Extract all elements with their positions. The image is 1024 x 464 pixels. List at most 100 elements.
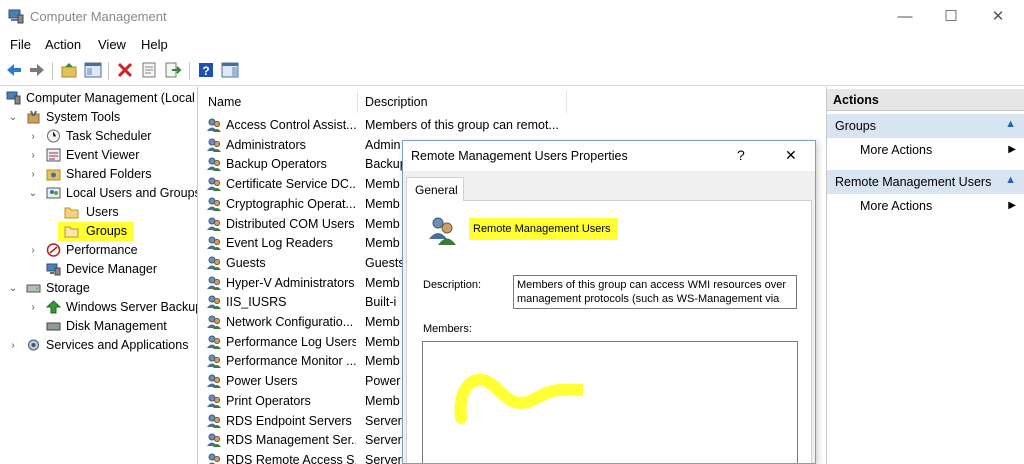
properties-icon[interactable] <box>140 61 158 79</box>
group-icon <box>207 394 221 408</box>
description-field[interactable]: Members of this group can access WMI res… <box>513 275 797 309</box>
group-icon <box>207 138 221 152</box>
back-arrow-icon[interactable] <box>5 61 23 79</box>
chevron-right-icon[interactable]: › <box>28 298 38 317</box>
services-icon <box>28 339 39 351</box>
tree-label: Computer Management (Local <box>26 91 195 105</box>
column-header-name[interactable]: Name <box>208 91 358 113</box>
show-action-pane-icon[interactable] <box>221 61 239 79</box>
dialog-help-button[interactable]: ? <box>737 147 745 163</box>
section-title: Remote Management Users <box>835 175 992 189</box>
chevron-right-icon[interactable]: › <box>28 146 38 165</box>
menu-view[interactable]: View <box>98 37 126 52</box>
group-icon <box>207 236 221 251</box>
group-name: RDS Management Ser... <box>226 433 356 448</box>
tab-general-label: General <box>415 183 458 197</box>
group-name: Distributed COM Users <box>226 216 355 231</box>
tab-panel-general: Remote Management Users Description: Mem… <box>406 200 812 463</box>
close-button[interactable]: ✕ <box>975 5 1021 29</box>
group-icon <box>207 374 221 389</box>
chevron-right-icon[interactable]: › <box>8 336 18 355</box>
chevron-down-icon[interactable]: ⌄ <box>28 184 38 203</box>
event-viewer-icon <box>46 148 61 162</box>
export-list-icon[interactable] <box>164 61 182 79</box>
column-header-description[interactable]: Description <box>365 91 565 113</box>
minimize-button[interactable]: — <box>882 5 928 29</box>
chevron-right-icon[interactable]: › <box>28 127 38 146</box>
dialog-title: Remote Management Users Properties <box>411 149 628 163</box>
more-actions-remote-management-users[interactable]: More Actions ▶ <box>827 196 1024 218</box>
help-icon[interactable]: ? <box>197 61 215 79</box>
maximize-button[interactable]: ☐ <box>928 5 974 29</box>
submenu-arrow-icon: ▶ <box>1008 144 1016 155</box>
chevron-right-icon[interactable]: › <box>28 241 38 260</box>
actions-section-remote-management-users[interactable]: Remote Management Users ▲ <box>827 170 1024 194</box>
tab-general[interactable]: General <box>406 177 464 201</box>
group-icon <box>207 276 221 290</box>
members-list[interactable] <box>422 341 798 463</box>
list-item[interactable]: Access Control Assist... Members of this … <box>202 115 802 135</box>
menu-bar: File Action View Help <box>0 34 1024 56</box>
section-title: Groups <box>835 119 876 133</box>
group-icon <box>207 414 221 428</box>
actions-header: Actions <box>827 89 1024 111</box>
group-description: Members of this group can remot... <box>365 118 559 132</box>
tree-label: Performance <box>66 243 138 257</box>
menu-file[interactable]: File <box>10 37 31 52</box>
tree-label: Windows Server Backup <box>66 300 198 314</box>
tree-label: Storage <box>46 281 90 295</box>
folder-icon <box>64 226 79 238</box>
tree-label: Shared Folders <box>66 167 152 181</box>
chevron-down-icon[interactable]: ⌄ <box>8 108 18 127</box>
svg-text:?: ? <box>202 64 209 78</box>
chevron-right-icon[interactable]: › <box>28 165 38 184</box>
delete-icon[interactable] <box>116 61 134 79</box>
group-icon <box>207 177 221 192</box>
group-name: Backup Operators <box>226 157 327 172</box>
scribble-annotation <box>454 373 583 424</box>
system-tools-icon <box>27 110 40 124</box>
shared-folder-icon <box>46 169 61 181</box>
group-name: RDS Remote Access S... <box>226 452 356 464</box>
collapse-icon[interactable]: ▲ <box>1005 118 1016 130</box>
show-hide-tree-icon[interactable] <box>84 61 102 79</box>
forward-arrow-icon[interactable] <box>28 61 46 79</box>
group-name: Print Operators <box>226 393 311 408</box>
dialog-close-button[interactable]: ✕ <box>785 147 797 164</box>
window-title: Computer Management <box>30 9 167 24</box>
collapse-icon[interactable]: ▲ <box>1005 174 1016 186</box>
menu-action[interactable]: Action <box>45 37 81 52</box>
group-icon <box>207 118 221 132</box>
actions-section-groups[interactable]: Groups ▲ <box>827 114 1024 138</box>
device-manager-icon <box>46 263 61 276</box>
more-actions-label: More Actions <box>860 199 933 213</box>
group-icon <box>207 197 221 211</box>
chevron-down-icon[interactable]: ⌄ <box>8 279 18 298</box>
menu-help[interactable]: Help <box>141 37 168 52</box>
dialog-title-bar: Remote Management Users Properties ? ✕ <box>403 141 815 171</box>
folder-icon <box>64 207 79 219</box>
group-name: Performance Monitor ... <box>226 354 356 369</box>
more-actions-groups[interactable]: More Actions ▶ <box>827 140 1024 162</box>
users-groups-icon <box>46 187 61 199</box>
group-name: Power Users <box>226 374 298 389</box>
actions-title: Actions <box>833 93 879 107</box>
group-name: Hyper-V Administrators <box>226 275 355 290</box>
title-bar: Computer Management — ☐ ✕ <box>0 0 1024 34</box>
tree-label: Device Manager <box>66 262 158 276</box>
group-icon <box>429 217 456 245</box>
up-folder-icon[interactable] <box>60 61 78 79</box>
tree-label: System Tools <box>46 110 121 124</box>
group-name-field[interactable]: Remote Management Users <box>473 223 611 235</box>
group-name: IIS_IUSRS <box>226 295 287 310</box>
properties-dialog: Remote Management Users Properties ? ✕ G… <box>402 140 816 464</box>
tree-label: Groups <box>86 224 127 238</box>
description-value: Members of this group can access WMI res… <box>517 279 786 305</box>
group-icon <box>207 335 221 349</box>
group-name: Access Control Assist... <box>226 118 356 132</box>
actions-pane: Actions Groups ▲ More Actions ▶ Remote M… <box>826 87 1024 464</box>
tree-label: Task Scheduler <box>66 129 152 143</box>
submenu-arrow-icon: ▶ <box>1008 200 1016 211</box>
group-icon <box>207 157 221 172</box>
storage-icon <box>26 284 41 293</box>
